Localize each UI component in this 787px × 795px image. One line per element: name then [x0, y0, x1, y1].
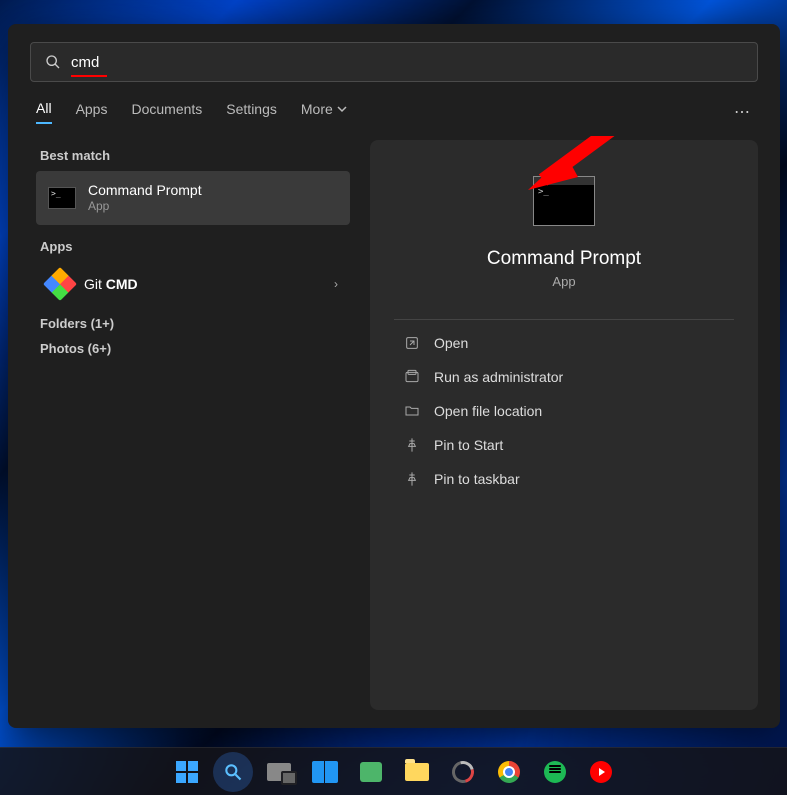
- windows-logo-icon: [176, 761, 198, 783]
- action-open[interactable]: Open: [394, 326, 734, 360]
- widgets-icon: [312, 761, 338, 783]
- tab-all[interactable]: All: [36, 100, 52, 124]
- search-bar[interactable]: [30, 42, 758, 82]
- open-icon: [404, 335, 420, 351]
- folder-icon: [405, 763, 429, 781]
- preview-subtitle: App: [552, 274, 575, 289]
- action-pin-to-start[interactable]: Pin to Start: [394, 428, 734, 462]
- start-search-panel: All Apps Documents Settings More ⋯ Best …: [8, 24, 780, 728]
- tab-more[interactable]: More: [301, 101, 347, 123]
- tab-documents[interactable]: Documents: [131, 101, 202, 123]
- taskbar-search-button[interactable]: [213, 752, 253, 792]
- result-title: Git CMD: [84, 275, 138, 293]
- spotify-button[interactable]: [535, 752, 575, 792]
- start-button[interactable]: [167, 752, 207, 792]
- action-label: Open file location: [434, 403, 542, 419]
- git-icon: [43, 267, 77, 301]
- search-icon: [223, 762, 243, 782]
- result-subtitle: App: [88, 199, 202, 215]
- pin-icon: [404, 471, 420, 487]
- action-open-file-location[interactable]: Open file location: [394, 394, 734, 428]
- chat-button[interactable]: [351, 752, 391, 792]
- preview-title: Command Prompt: [487, 248, 641, 270]
- folder-icon: [404, 403, 420, 419]
- action-label: Pin to Start: [434, 437, 503, 453]
- youtube-music-icon: [590, 761, 612, 783]
- preview-panel: Command Prompt App Open Run as administr…: [370, 140, 758, 710]
- preview-app-icon: [533, 176, 595, 226]
- task-view-button[interactable]: [259, 752, 299, 792]
- search-icon: [45, 54, 61, 70]
- admin-icon: [404, 369, 420, 385]
- command-prompt-icon: [48, 187, 76, 209]
- section-best-match: Best match: [40, 148, 350, 163]
- tab-settings[interactable]: Settings: [226, 101, 277, 123]
- chrome-button[interactable]: [489, 752, 529, 792]
- chevron-right-icon: ›: [334, 277, 338, 291]
- chat-icon: [360, 762, 382, 782]
- widgets-button[interactable]: [305, 752, 345, 792]
- overflow-menu-button[interactable]: ⋯: [734, 102, 752, 122]
- section-folders[interactable]: Folders (1+): [40, 316, 346, 331]
- tab-apps[interactable]: Apps: [76, 101, 108, 123]
- result-git-cmd[interactable]: Git CMD ›: [36, 262, 350, 306]
- taskbar: [0, 747, 787, 795]
- chevron-down-icon: [337, 104, 347, 114]
- search-input[interactable]: [71, 54, 743, 71]
- action-pin-to-taskbar[interactable]: Pin to taskbar: [394, 462, 734, 496]
- action-label: Run as administrator: [434, 369, 563, 385]
- divider: [394, 319, 734, 320]
- taskbar-app-1[interactable]: [443, 752, 483, 792]
- youtube-music-button[interactable]: [581, 752, 621, 792]
- pin-icon: [404, 437, 420, 453]
- task-view-icon: [267, 763, 291, 781]
- result-title: Command Prompt: [88, 181, 202, 199]
- chrome-icon: [498, 761, 520, 783]
- action-run-as-administrator[interactable]: Run as administrator: [394, 360, 734, 394]
- filter-tabs: All Apps Documents Settings More ⋯: [8, 82, 780, 136]
- action-label: Open: [434, 335, 468, 351]
- result-command-prompt[interactable]: Command Prompt App: [36, 171, 350, 225]
- section-apps: Apps: [40, 239, 350, 254]
- app-icon: [447, 756, 477, 786]
- annotation-underline: [71, 75, 107, 77]
- results-column: Best match Command Prompt App Apps Git C…: [8, 136, 368, 728]
- file-explorer-button[interactable]: [397, 752, 437, 792]
- action-label: Pin to taskbar: [434, 471, 520, 487]
- section-photos[interactable]: Photos (6+): [40, 341, 346, 356]
- spotify-icon: [544, 761, 566, 783]
- tab-more-label: More: [301, 101, 333, 117]
